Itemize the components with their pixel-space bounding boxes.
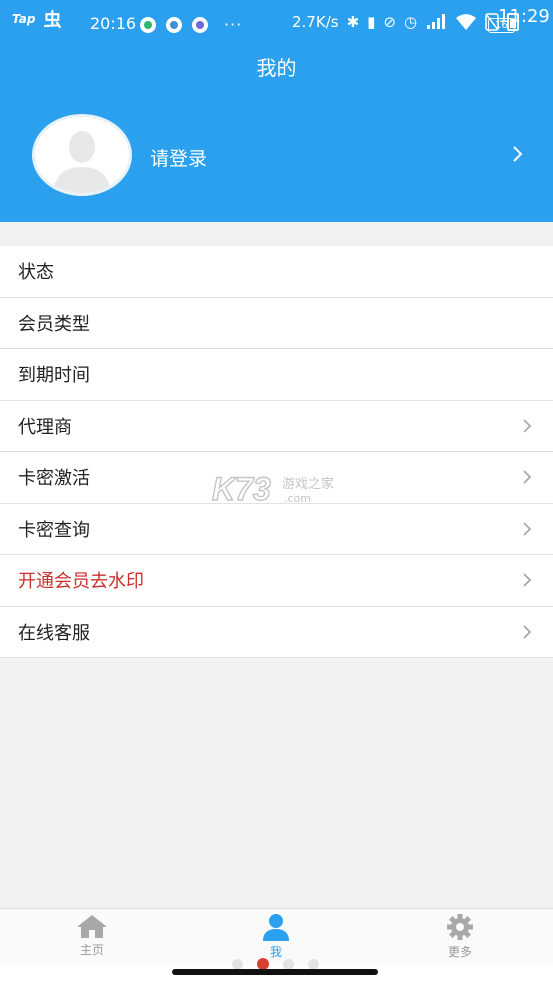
menu-item-label: 卡密激活 — [18, 468, 90, 490]
page-dot — [283, 958, 294, 970]
wifi-icon — [456, 14, 477, 30]
chevron-right-icon — [523, 521, 532, 536]
tap-icon: Tap — [12, 12, 36, 26]
user-icon — [263, 914, 289, 941]
profile-login-row[interactable]: 请登录 — [0, 112, 553, 200]
menu-item-label: 状态 — [18, 262, 54, 284]
mute-icon: ⊘ — [383, 13, 396, 31]
menu-item-expiry-time[interactable]: 到期时间 — [0, 349, 553, 401]
header: Tap 虫 20:16 ··· 2.7K/s ✱ ▮ ⊘ ◷ 11:29 16 … — [0, 0, 553, 222]
nav-me-label: 我 — [269, 945, 282, 959]
status-time-left: 20:16 — [90, 14, 137, 33]
menu-item-label: 开通会员去水印 — [18, 571, 144, 593]
bluetooth-icon: ✱ — [346, 13, 360, 31]
chevron-right-icon — [523, 624, 532, 639]
net-speed: 2.7K/s — [292, 13, 339, 31]
status-right: 2.7K/s ✱ ▮ ⊘ ◷ — [292, 13, 520, 31]
menu-item-label: 会员类型 — [18, 313, 90, 335]
menu-item-label: 代理商 — [18, 416, 72, 438]
page-dot — [308, 958, 319, 970]
menu-item-agent[interactable]: 代理商 — [0, 401, 553, 452]
gesture-bar[interactable] — [172, 969, 378, 975]
menu-item-status[interactable]: 状态 — [0, 246, 553, 298]
notification-purple-icon — [192, 16, 208, 33]
page-title: 我的 — [256, 56, 297, 80]
gear-icon — [447, 914, 473, 940]
svg-text:.com: .com — [284, 492, 311, 505]
chevron-right-icon — [523, 470, 532, 484]
menu-list: 状态 会员类型 到期时间 代理商 卡密激活 卡密查询 开通会员去水印 在线客服 — [0, 246, 553, 658]
nav-more[interactable]: 更多 — [420, 913, 500, 960]
more-notifications-icon: ··· — [224, 15, 243, 34]
svg-text:K73: K73 — [212, 471, 271, 507]
menu-item-label: 卡密查询 — [18, 519, 90, 541]
bottom-nav: 主页 我 更多 — [0, 908, 553, 965]
status-bar: Tap 虫 20:16 ··· 2.7K/s ✱ ▮ ⊘ ◷ 11:29 16 — [0, 0, 553, 42]
battery-level-badge: 16 — [488, 18, 515, 33]
page-dot — [232, 958, 243, 970]
avatar[interactable] — [32, 114, 132, 196]
notification-blue-icon — [166, 16, 182, 33]
svg-text:游戏之家: 游戏之家 — [282, 476, 334, 492]
chevron-right-icon[interactable] — [512, 144, 524, 169]
k73-watermark-logo: K73 游戏之家 .com — [212, 470, 334, 507]
login-text[interactable]: 请登录 — [150, 144, 207, 171]
menu-item-label: 到期时间 — [18, 365, 90, 387]
menu-item-member-type[interactable]: 会员类型 — [0, 298, 553, 349]
nav-more-label: 更多 — [447, 945, 472, 959]
default-avatar-icon — [35, 117, 129, 193]
menu-item-card-query[interactable]: 卡密查询 — [0, 504, 553, 555]
vibrate-icon: ▮ — [367, 13, 376, 31]
nav-home-label: 主页 — [79, 943, 104, 957]
signal-icon — [427, 14, 446, 29]
menu-item-online-service[interactable]: 在线客服 — [0, 607, 553, 658]
menu-item-label: 在线客服 — [18, 622, 90, 644]
bug-icon: 虫 — [43, 10, 62, 31]
nav-home[interactable]: 主页 — [52, 913, 132, 958]
home-icon — [77, 915, 107, 938]
notification-green-icon — [140, 16, 156, 33]
alarm-icon: ◷ — [403, 13, 418, 31]
status-left: Tap 虫 — [12, 6, 61, 32]
chevron-right-icon — [523, 418, 532, 433]
nav-me[interactable]: 我 — [236, 913, 316, 960]
chevron-right-icon — [523, 573, 532, 587]
menu-item-vip-remove-watermark[interactable]: 开通会员去水印 — [0, 555, 553, 607]
notification-icons: ··· — [140, 15, 242, 34]
